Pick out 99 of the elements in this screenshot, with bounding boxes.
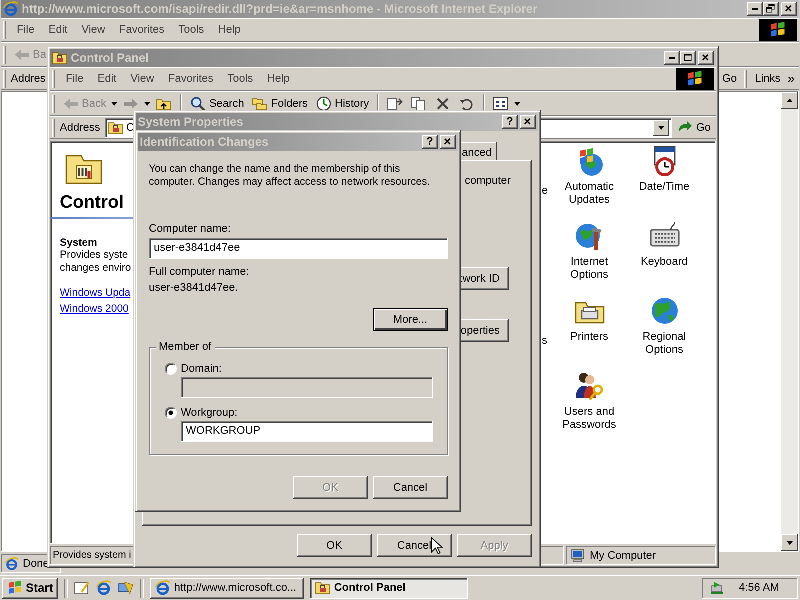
scroll-down-button[interactable] [781,534,798,551]
minimize-icon [752,8,758,10]
close-button[interactable] [440,135,456,149]
menu-item[interactable]: Favorites [113,24,171,36]
applet-item[interactable]: Automatic Updates [552,145,627,220]
windows-flag-icon [686,70,704,88]
menu-item[interactable]: Tools [222,73,260,85]
address-label: Addres [11,72,47,84]
window-title: Identification Changes [140,135,269,149]
dialog-button[interactable]: More... [373,308,448,331]
scroll-up-button[interactable] [781,92,798,109]
browser-icon [3,1,19,17]
channel-icon[interactable] [118,580,134,596]
clock-icon [316,96,332,112]
description-text: computer [465,175,509,187]
caret-icon [111,102,118,106]
radio-label[interactable]: Domain: [181,363,222,375]
window-title: Control Panel [71,51,150,65]
applet-item[interactable]: Users and Passwords [552,370,627,445]
go-button[interactable]: Go [674,116,714,138]
menu-item[interactable]: Help [261,73,296,85]
people-key-icon [574,370,606,402]
applet-label[interactable]: e [542,145,552,220]
windows-flag-icon [7,580,23,596]
applet-label[interactable]: s [542,295,552,370]
menu-item[interactable]: View [76,24,112,36]
field-label: Computer name: [149,223,232,235]
applet-item[interactable]: Printers [552,295,627,370]
folders-icon [252,96,268,112]
applet-item[interactable]: Regional Options [627,295,702,370]
more-links-button[interactable]: » [786,68,797,90]
menu-item[interactable]: Tools [172,24,210,36]
menu-item[interactable]: File [11,24,41,36]
network-icon[interactable] [709,580,725,596]
applet-item[interactable]: Date/Time [627,145,702,220]
delete-icon [435,96,452,112]
links-button[interactable]: Links [752,68,784,90]
item-title: System [60,237,98,249]
search-icon [190,96,206,112]
start-button[interactable]: Start [2,578,58,598]
window-title: System Properties [138,115,244,129]
go-button[interactable]: Go [719,68,740,90]
browser-icon[interactable] [96,580,112,596]
minimize-button[interactable] [664,51,680,65]
pane-heading: Control [60,192,124,213]
dialog-button[interactable]: Cancel [377,534,452,557]
computer-icon [570,548,586,564]
zone-text: My Computer [590,550,656,562]
folder-icon [315,580,332,596]
radio-button[interactable] [165,363,177,375]
dialog-button[interactable]: OK [297,534,372,557]
taskbar-button[interactable]: http://www.microsoft.co... [150,578,304,598]
link[interactable]: Windows 2000 [60,303,131,315]
folder-icon [52,50,68,66]
minimize-button[interactable] [747,2,763,16]
restore-icon [764,3,778,15]
grid-icon [493,96,510,112]
group-label: Member of [156,341,215,353]
radio-button[interactable] [165,407,177,419]
maximize-button[interactable] [680,51,696,65]
folder-icon [108,120,124,136]
close-button[interactable] [781,2,797,16]
close-button[interactable] [698,51,714,65]
menu-item[interactable]: Edit [42,24,74,36]
address-label: Address [60,122,102,134]
close-button[interactable] [520,115,536,129]
description-line: Provides syste [60,249,128,262]
menu-item[interactable]: Favorites [162,73,220,85]
caret-icon [144,102,152,106]
applet-item[interactable]: Internet Options [552,220,627,295]
windows-flag-icon [769,21,787,39]
clock-text: 4:56 AM [739,582,780,594]
text-field[interactable]: WORKGROUP [181,421,433,442]
dialog-button[interactable]: Cancel [373,476,448,499]
dropdown-button[interactable] [653,120,670,136]
help-button[interactable]: ? [422,135,438,149]
page-arrow-icon [387,96,404,112]
menu-item[interactable]: File [60,73,90,85]
help-button[interactable]: ? [502,115,518,129]
page-icon [5,556,19,570]
desktop-icon[interactable] [74,580,90,596]
mouse-pointer-icon [431,537,444,556]
menu-item[interactable]: View [124,73,160,85]
radio-label[interactable]: Workgroup: [181,407,238,419]
field-label: Full computer name: [149,266,250,278]
caret-icon [658,126,665,130]
intro-text: You can change the name and the membership of this computer. Changes may affect access to network resources. [149,163,432,189]
applet-item[interactable]: Keyboard [627,220,702,295]
menu-item[interactable]: Edit [92,73,123,85]
restore-button[interactable] [763,2,779,16]
browser-icon [155,580,172,596]
menu-item[interactable]: Help [212,24,247,36]
field-value: user-e3841d47ee. [149,282,240,294]
text-field[interactable]: user-e3841d47ee [149,238,448,259]
minimize-icon [669,57,675,59]
caret-icon [514,102,522,106]
taskbar-button[interactable]: Control Panel [310,578,468,598]
link[interactable]: Windows Upda [60,287,131,299]
description-line: changes enviro [60,262,132,275]
